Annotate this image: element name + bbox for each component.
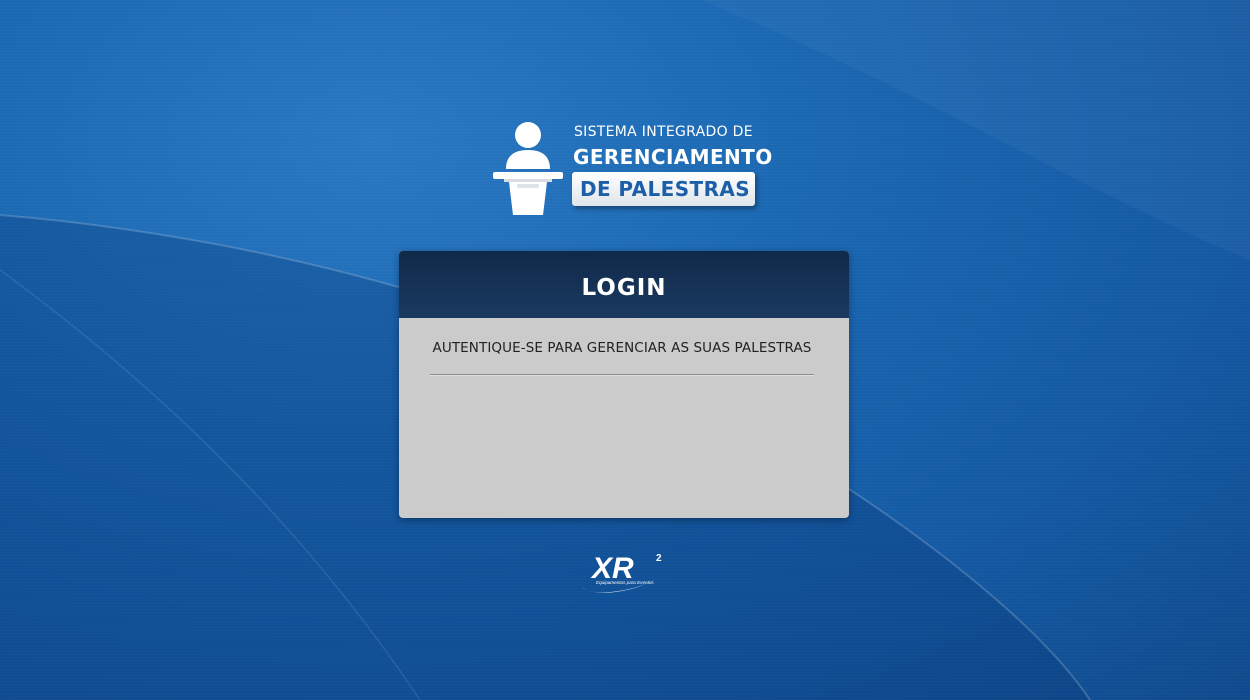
company-logo: XR 2 Equipamentos para Eventos <box>582 552 662 593</box>
login-header: LOGIN <box>399 251 849 318</box>
divider <box>430 374 814 376</box>
logo-tagline: Equipamentos para Eventos <box>596 580 654 585</box>
brand-title-line1: SISTEMA INTEGRADO DE <box>574 124 753 140</box>
logo-superscript: 2 <box>656 553 662 564</box>
login-panel: LOGIN AUTENTIQUE-SE PARA GERENCIAR AS SU… <box>399 251 849 518</box>
brand-title-line3: DE PALESTRAS <box>580 177 751 201</box>
brand-badge: DE PALESTRAS <box>572 172 755 206</box>
app-logo: SISTEMA INTEGRADO DE GERENCIAMENTO DE PA… <box>492 118 772 218</box>
speaker-podium-icon <box>493 122 563 215</box>
login-title: LOGIN <box>581 274 667 301</box>
login-subtitle: AUTENTIQUE-SE PARA GERENCIAR AS SUAS PAL… <box>432 340 812 356</box>
brand-title-line2: GERENCIAMENTO <box>573 145 773 169</box>
login-body: AUTENTIQUE-SE PARA GERENCIAR AS SUAS PAL… <box>399 340 849 376</box>
